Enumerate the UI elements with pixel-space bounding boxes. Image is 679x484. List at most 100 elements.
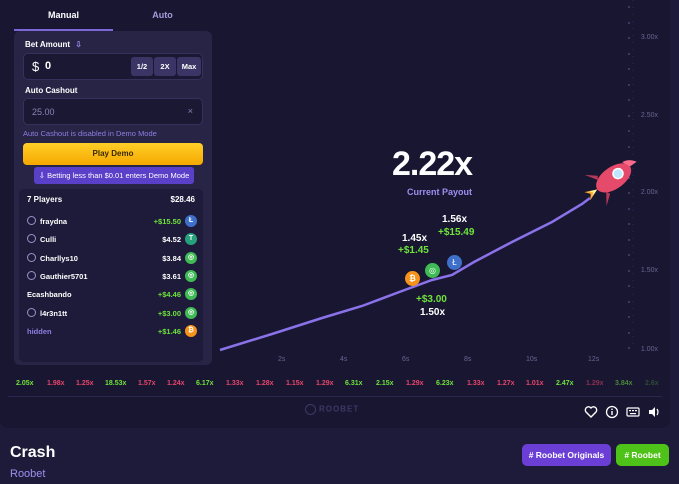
cashout-multiplier: 1.56x: [442, 214, 468, 225]
auto-cashout-value[interactable]: 25.00: [32, 107, 55, 117]
avatar: [27, 307, 36, 317]
avatar: [27, 216, 36, 225]
y-axis-tick: 1.50x: [640, 267, 658, 274]
y-axis-dot: [628, 37, 630, 39]
player-row: Ecashbando +$4.46 ◎: [27, 288, 197, 302]
player-amount: $3.61: [162, 271, 181, 281]
player-name: Gauthier5701: [40, 271, 88, 281]
litecoin-icon: Ł: [447, 255, 462, 270]
history-multiplier: 6.17x: [196, 380, 214, 387]
rocket-icon: [584, 160, 637, 207]
player-row: hidden +$1.46 ₿: [27, 324, 197, 339]
y-axis-dot: [628, 99, 630, 101]
y-axis-dot: [628, 316, 630, 318]
roobet-logo-icon: [305, 404, 316, 415]
y-axis-dot: [628, 300, 630, 303]
history-multiplier: 1.29x: [316, 380, 334, 387]
history-multiplier: 1.24x: [167, 380, 185, 387]
game-title: Crash: [10, 444, 56, 461]
history-multiplier: 18.53x: [105, 380, 127, 387]
bet-amount-label: Bet Amount ⇩: [25, 40, 82, 49]
half-bet-button[interactable]: 1/2: [131, 57, 153, 76]
player-amount: +$15.50: [153, 217, 181, 226]
y-axis-dot: [628, 223, 630, 225]
cash-icon: ◎: [185, 251, 197, 264]
game-provider-link[interactable]: Roobet: [10, 468, 45, 480]
history-multiplier: 2.05x: [16, 380, 34, 387]
x-axis-tick: 4s: [340, 356, 348, 363]
current-payout-label: Current Payout: [407, 187, 473, 197]
current-payout: 2.22x: [392, 145, 473, 183]
max-bet-button[interactable]: Max: [177, 57, 201, 76]
y-axis-dot: [628, 238, 630, 241]
clear-icon[interactable]: ×: [188, 106, 193, 116]
demo-notice-text: Betting less than $0.01 enters Demo Mode: [47, 171, 190, 180]
player-amount: $4.52: [162, 235, 181, 245]
tag-roobet[interactable]: # Roobet: [616, 444, 669, 466]
auto-cashout-label: Auto Cashout: [25, 86, 78, 95]
x-axis-tick: 2s: [278, 356, 286, 363]
tab-auto[interactable]: Auto: [113, 0, 212, 31]
cash-icon: ◎: [425, 263, 440, 278]
cashout-amount: +$1.45: [398, 245, 429, 256]
player-name: Charllys10: [40, 253, 78, 263]
bet-amount-field[interactable]: $ 0 1/2 2X Max: [23, 53, 203, 80]
tag-roobet-originals[interactable]: # Roobet Originals: [522, 444, 611, 466]
dollar-icon: $: [32, 59, 40, 74]
cash-icon: ◎: [185, 306, 197, 319]
multiplier-history: 2.05x 1.98x 1.25x 18.53x 1.57x 1.24x 6.17x 1.33…: [0, 376, 670, 392]
play-demo-button[interactable]: Play Demo: [23, 143, 203, 165]
history-multiplier: 1.27x: [497, 380, 515, 387]
volume-icon[interactable]: [647, 405, 661, 419]
y-axis-dot: [628, 83, 630, 86]
bitcoin-icon: ₿: [405, 271, 420, 286]
page-gutter: [670, 0, 679, 428]
y-axis-dot: [628, 6, 630, 8]
history-multiplier: 1.33x: [226, 380, 244, 387]
cashout-amount: +$3.00: [416, 294, 447, 305]
player-amount: +$4.46: [157, 290, 181, 300]
auto-cashout-note: Auto Cashout is disabled in Demo Mode: [23, 129, 157, 138]
auto-cashout-field[interactable]: 25.00 ×: [23, 98, 203, 125]
bet-mode-tabs: Manual Auto: [14, 0, 212, 31]
litecoin-icon: Ł: [185, 215, 197, 227]
history-multiplier: 1.29x: [406, 380, 424, 387]
cashout-amount: +$15.49: [438, 227, 475, 238]
history-multiplier: 1.57x: [138, 380, 156, 387]
demo-icon: ⇩: [38, 171, 48, 180]
history-multiplier: 1.15x: [286, 380, 304, 387]
player-name: l4r3n1tt: [40, 308, 68, 318]
player-name: Culli: [40, 235, 57, 245]
heart-icon[interactable]: [584, 405, 598, 419]
player-name: Ecashbando: [27, 290, 72, 300]
crash-game: Manual Auto Bet Amount ⇩ $ 0 1/2 2X Max …: [0, 0, 670, 428]
avatar: [27, 234, 36, 244]
demo-mode-notice: ⇩ Betting less than $0.01 enters Demo Mo…: [34, 167, 194, 184]
double-bet-button[interactable]: 2X: [154, 57, 176, 76]
player-name: hidden: [27, 326, 52, 336]
keyboard-icon[interactable]: [626, 405, 640, 419]
player-row: Culli $4.52 T: [27, 233, 197, 247]
currency-toggle-icon[interactable]: ⇩: [75, 40, 82, 49]
history-multiplier: 6.31x: [345, 380, 363, 387]
history-multiplier: 2.6x: [645, 380, 659, 387]
player-amount: $3.84: [162, 253, 181, 263]
y-axis-tick: 1.00x: [640, 346, 658, 353]
x-axis-tick: 6s: [402, 356, 410, 363]
bitcoin-icon: ₿: [185, 324, 197, 337]
player-row: l4r3n1tt +$3.00 ◎: [27, 306, 197, 321]
bet-amount-value[interactable]: 0: [45, 60, 51, 72]
player-amount: +$3.00: [157, 308, 181, 318]
tab-manual[interactable]: Manual: [14, 0, 113, 31]
roobet-logo-text: ROOBET: [319, 404, 360, 414]
y-axis-dot: [628, 254, 630, 256]
cashout-multiplier: 1.50x: [420, 307, 446, 318]
cashout-multiplier: 1.45x: [402, 233, 428, 244]
avatar: [27, 252, 36, 262]
players-total: $28.46: [170, 195, 195, 204]
y-axis-tick: 3.00x: [640, 34, 658, 41]
divider: [8, 396, 662, 397]
tether-icon: T: [185, 233, 197, 246]
player-row: Gauthier5701 $3.61 ◎: [27, 269, 197, 284]
info-icon[interactable]: [605, 405, 619, 419]
